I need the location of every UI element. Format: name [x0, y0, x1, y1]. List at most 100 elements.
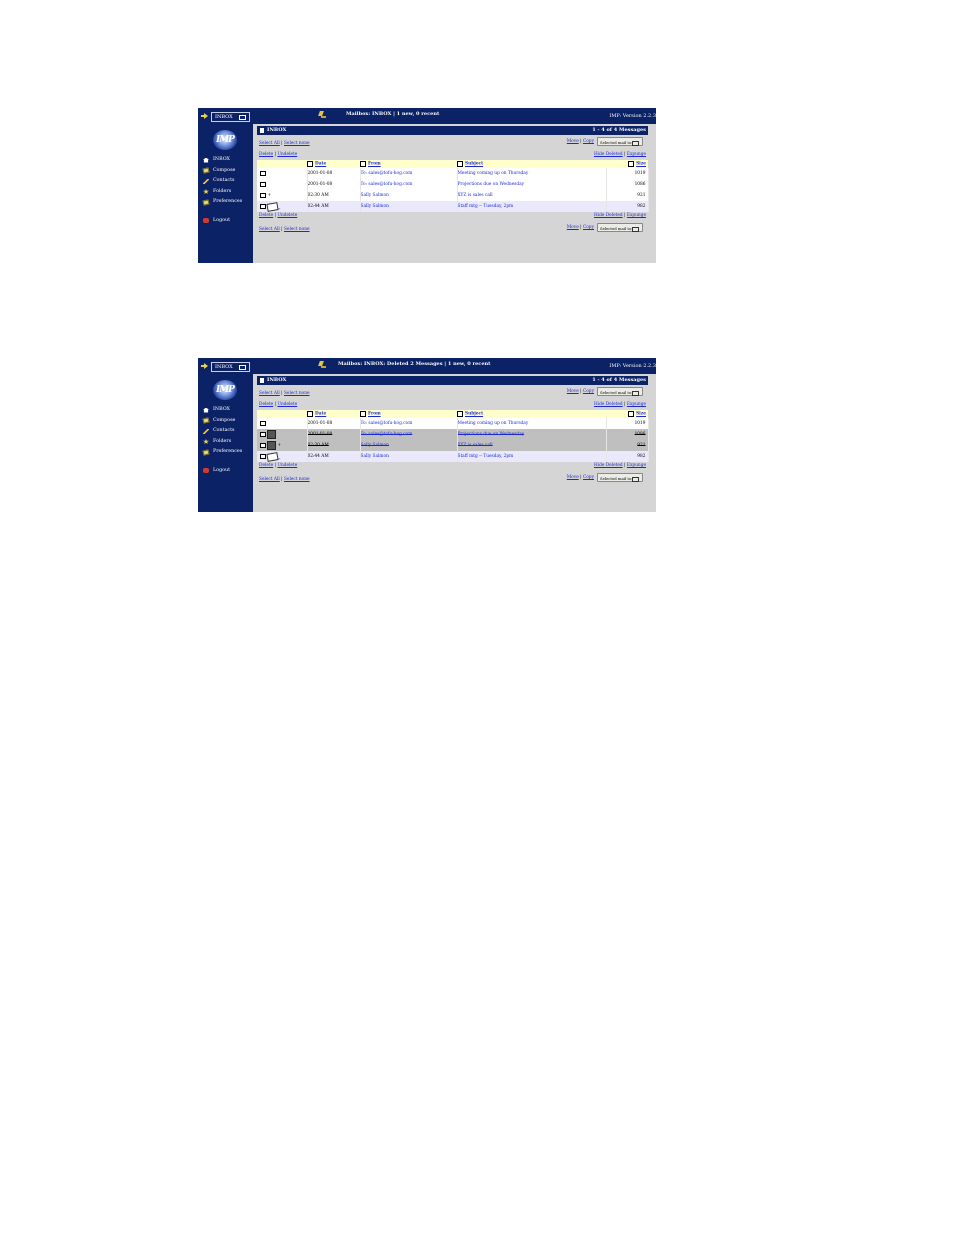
- folder-select[interactable]: INBOX: [211, 112, 250, 122]
- column-date-label[interactable]: Date: [315, 412, 326, 417]
- move-link[interactable]: Move: [567, 475, 579, 480]
- row-subject[interactable]: XYZ is sales call: [458, 193, 493, 198]
- row-size: 1086: [634, 432, 646, 437]
- row-from[interactable]: Sally Salmon: [361, 204, 389, 209]
- row-checkbox[interactable]: [260, 431, 266, 438]
- select-none-link[interactable]: Select none: [284, 391, 310, 396]
- row-checkbox[interactable]: [260, 181, 266, 188]
- delete-link[interactable]: Delete: [259, 463, 273, 468]
- hide-deleted-link[interactable]: Hide Deleted: [594, 213, 623, 218]
- row-from[interactable]: Sally Salmon: [361, 443, 389, 448]
- sidebar-item-preferences[interactable]: Preferences: [202, 197, 242, 208]
- column-from[interactable]: From: [360, 410, 457, 418]
- column-from-label[interactable]: From: [368, 412, 381, 417]
- sidebar-item-compose[interactable]: Compose: [202, 166, 242, 177]
- move-target-select[interactable]: Selected mail to:: [597, 473, 643, 482]
- select-all-link[interactable]: Select All: [259, 141, 280, 146]
- table-row[interactable]: → 02:44 AM Sally Salmon Staff mtg -- Tue…: [257, 451, 649, 462]
- copy-link[interactable]: Copy: [583, 475, 594, 480]
- row-subject[interactable]: Meeting coming up on Thursday: [458, 171, 529, 176]
- select-none-link[interactable]: Select none: [284, 477, 310, 482]
- column-subject-label[interactable]: Subject: [465, 162, 483, 167]
- column-size[interactable]: Size: [606, 160, 648, 168]
- delete-link[interactable]: Delete: [259, 152, 273, 157]
- row-checkbox[interactable]: [260, 453, 266, 460]
- logout-icon: [203, 218, 209, 223]
- row-subject[interactable]: XYZ is sales call: [458, 443, 493, 448]
- row-from[interactable]: To: sales@tofu-hog.com: [361, 432, 413, 437]
- undelete-link[interactable]: Undelete: [277, 402, 297, 407]
- column-size-label[interactable]: Size: [636, 162, 646, 167]
- undelete-link[interactable]: Undelete: [277, 463, 297, 468]
- sidebar-item-logout[interactable]: Logout: [202, 466, 242, 477]
- column-subject-label[interactable]: Subject: [465, 412, 483, 417]
- hide-deleted-link[interactable]: Hide Deleted: [594, 463, 623, 468]
- row-checkbox[interactable]: [260, 420, 266, 427]
- move-target-select[interactable]: Selected mail to:: [597, 137, 643, 146]
- row-from[interactable]: Sally Salmon: [361, 193, 389, 198]
- sidebar-item-logout[interactable]: Logout: [202, 216, 242, 227]
- move-link[interactable]: Move: [567, 225, 579, 230]
- move-link[interactable]: Move: [567, 139, 579, 144]
- sidebar-item-folders[interactable]: Folders: [202, 187, 242, 198]
- move-link[interactable]: Move: [567, 389, 579, 394]
- row-subject[interactable]: Projections due on Wednesday: [458, 432, 525, 437]
- row-from[interactable]: To: sales@tofu-hog.com: [361, 421, 413, 426]
- sidebar-item-inbox[interactable]: INBOX: [202, 405, 242, 416]
- select-none-link[interactable]: Select none: [284, 141, 310, 146]
- hide-deleted-link[interactable]: Hide Deleted: [594, 152, 623, 157]
- row-subject[interactable]: Staff mtg -- Tuesday, 2pm: [458, 204, 514, 209]
- column-subject[interactable]: Subject: [457, 410, 606, 418]
- column-date[interactable]: Date: [307, 410, 360, 418]
- column-from-label[interactable]: From: [368, 162, 381, 167]
- row-checkbox[interactable]: [260, 203, 266, 210]
- table-row[interactable]: + 02:30 AM Sally Salmon XYZ is sales cal…: [257, 190, 649, 201]
- undelete-link[interactable]: Undelete: [277, 213, 297, 218]
- expunge-link[interactable]: Expunge: [627, 152, 646, 157]
- row-checkbox[interactable]: [260, 192, 266, 199]
- row-from[interactable]: To: sales@tofu-hog.com: [361, 171, 413, 176]
- sidebar-item-folders[interactable]: Folders: [202, 437, 242, 448]
- move-target-select[interactable]: Selected mail to:: [597, 223, 643, 232]
- row-from[interactable]: To: sales@tofu-hog.com: [361, 182, 413, 187]
- hide-deleted-link[interactable]: Hide Deleted: [594, 402, 623, 407]
- column-date[interactable]: Date: [307, 160, 360, 168]
- row-subject[interactable]: Projections due on Wednesday: [458, 182, 525, 187]
- table-row[interactable]: → 02:44 AM Sally Salmon Staff mtg -- Tue…: [257, 201, 649, 212]
- sidebar-item-inbox[interactable]: INBOX: [202, 155, 242, 166]
- table-row[interactable]: 2001-01-08 To: sales@tofu-hog.com Projec…: [257, 179, 649, 190]
- table-row[interactable]: 2001-01-08 To: sales@tofu-hog.com Meetin…: [257, 168, 649, 179]
- row-checkbox[interactable]: [260, 442, 266, 449]
- sidebar-item-contacts[interactable]: Contacts: [202, 426, 242, 437]
- column-subject[interactable]: Subject: [457, 160, 606, 168]
- delete-link[interactable]: Delete: [259, 402, 273, 407]
- sidebar-item-compose[interactable]: Compose: [202, 416, 242, 427]
- table-row-deleted[interactable]: + 02:30 AM Sally Salmon XYZ is sales cal…: [257, 440, 649, 451]
- column-date-label[interactable]: Date: [315, 162, 326, 167]
- expunge-link[interactable]: Expunge: [627, 213, 646, 218]
- column-size[interactable]: Size: [606, 410, 648, 418]
- row-checkbox[interactable]: [260, 170, 266, 177]
- select-all-link[interactable]: Select All: [259, 227, 280, 232]
- copy-link[interactable]: Copy: [583, 139, 594, 144]
- table-row-deleted[interactable]: 2001-01-08 To: sales@tofu-hog.com Projec…: [257, 429, 649, 440]
- select-all-link[interactable]: Select All: [259, 477, 280, 482]
- sidebar-item-preferences[interactable]: Preferences: [202, 447, 242, 458]
- select-none-link[interactable]: Select none: [284, 227, 310, 232]
- row-subject[interactable]: Meeting coming up on Thursday: [458, 421, 529, 426]
- copy-link[interactable]: Copy: [583, 389, 594, 394]
- undelete-link[interactable]: Undelete: [277, 152, 297, 157]
- table-row[interactable]: 2001-01-08 To: sales@tofu-hog.com Meetin…: [257, 418, 649, 429]
- expunge-link[interactable]: Expunge: [627, 402, 646, 407]
- move-target-select[interactable]: Selected mail to:: [597, 387, 643, 396]
- delete-link[interactable]: Delete: [259, 213, 273, 218]
- copy-link[interactable]: Copy: [583, 225, 594, 230]
- folder-select[interactable]: INBOX: [211, 362, 250, 372]
- row-subject[interactable]: Staff mtg -- Tuesday, 2pm: [458, 454, 514, 459]
- row-from[interactable]: Sally Salmon: [361, 454, 389, 459]
- select-all-link[interactable]: Select All: [259, 391, 280, 396]
- sidebar-item-contacts[interactable]: Contacts: [202, 176, 242, 187]
- column-size-label[interactable]: Size: [636, 412, 646, 417]
- column-from[interactable]: From: [360, 160, 457, 168]
- expunge-link[interactable]: Expunge: [627, 463, 646, 468]
